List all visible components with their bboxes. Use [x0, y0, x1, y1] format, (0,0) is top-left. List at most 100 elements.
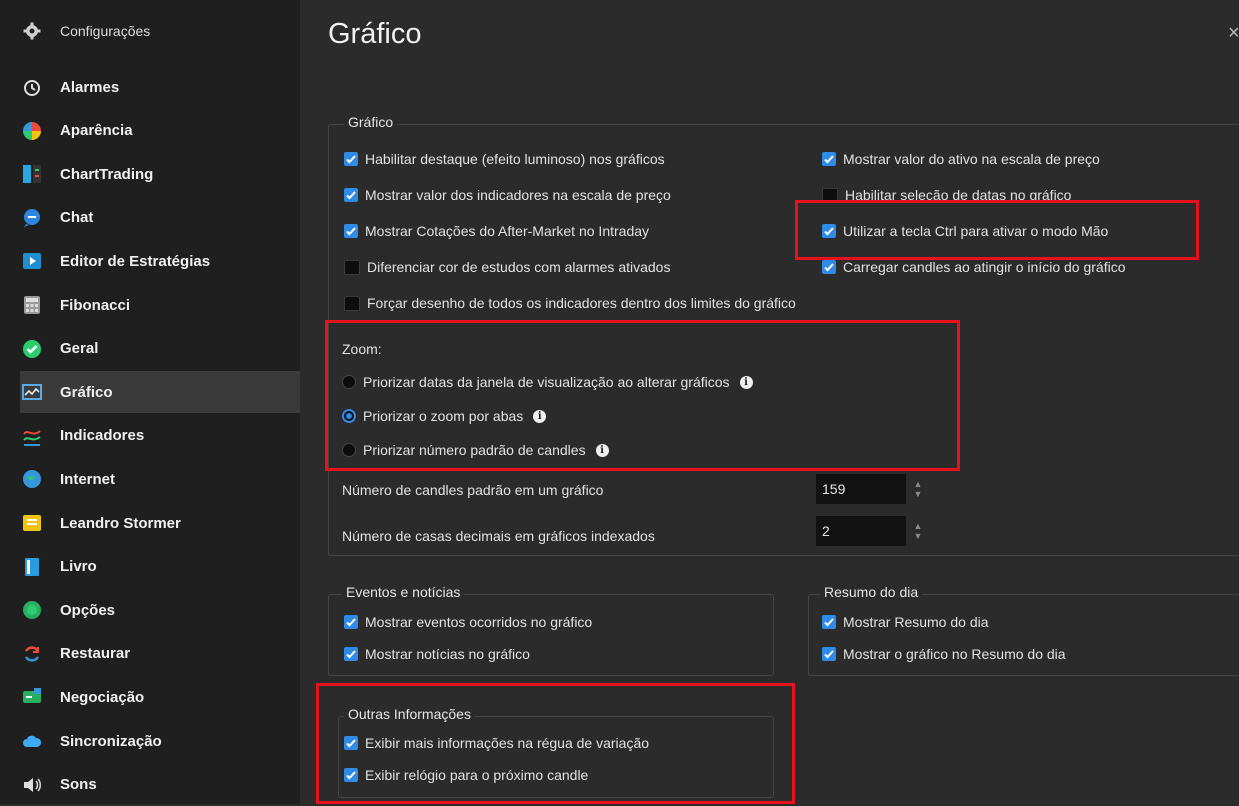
close-icon[interactable]: × [1228, 22, 1239, 45]
option-row[interactable]: Mostrar valor do ativo na escala de preç… [822, 151, 1100, 167]
checkbox-checked[interactable] [344, 152, 358, 166]
calculator-icon [22, 295, 42, 315]
alarm-clock-icon [22, 77, 42, 97]
sidebar-item-apar-ncia[interactable]: Aparência [20, 110, 300, 152]
option-row[interactable]: Habilitar destaque (efeito luminoso) nos… [344, 151, 665, 167]
sidebar-item-charttrading[interactable]: ChartTrading [20, 153, 300, 195]
sidebar-item-leandro-stormer[interactable]: Leandro Stormer [20, 502, 300, 544]
checkmark-icon [346, 155, 356, 164]
checkbox-checked[interactable] [822, 647, 836, 661]
eventos-group-title: Eventos e notícias [342, 584, 465, 600]
stepper-arrows-icon[interactable]: ▲ ▼ [912, 516, 924, 546]
candles-default-label: Número de candles padrão em um gráfico [342, 482, 604, 498]
eventos-group [328, 594, 774, 676]
green-circle-icon [22, 600, 42, 620]
checkmark-icon [346, 618, 356, 627]
decimals-label: Número de casas decimais em gráficos ind… [342, 528, 655, 544]
color-wheel-icon [22, 121, 42, 141]
option-label: Mostrar Cotações do After-Market no Intr… [365, 223, 650, 239]
option-label: Mostrar o gráfico no Resumo do dia [843, 646, 1066, 662]
option-label: Habilitar destaque (efeito luminoso) nos… [365, 151, 665, 167]
option-label: Carregar candles ao atingir o início do … [843, 259, 1126, 275]
sidebar-item-label: Editor de Estratégias [60, 252, 211, 270]
option-row[interactable]: Mostrar notícias no gráfico [344, 646, 530, 662]
stepper-arrows-icon[interactable]: ▲ ▼ [912, 474, 924, 504]
chart-trading-icon [22, 164, 42, 184]
gear-icon [22, 21, 42, 41]
option-row[interactable]: Mostrar Cotações do After-Market no Intr… [344, 223, 649, 239]
checkbox-checked[interactable] [822, 152, 836, 166]
sidebar-item-op-es[interactable]: Opções [20, 589, 300, 631]
page-title: Gráfico [328, 18, 422, 50]
checkmark-icon [824, 650, 834, 659]
option-row[interactable]: Mostrar eventos ocorridos no gráfico [344, 614, 592, 630]
settings-sidebar: Configurações Alarmes Aparência ChartTradi… [0, 0, 300, 804]
check-circle-icon [22, 339, 42, 359]
sidebar-item-label: Sons [60, 776, 97, 794]
option-row[interactable]: Mostrar valor dos indicadores na escala … [344, 187, 671, 203]
checkmark-icon [346, 227, 356, 236]
option-label: Mostrar eventos ocorridos no gráfico [365, 614, 593, 630]
sidebar-item-fibonacci[interactable]: Fibonacci [20, 284, 300, 326]
option-label: Forçar desenho de todos os indicadores d… [367, 295, 796, 311]
sidebar-item-label: Leandro Stormer [60, 514, 181, 532]
checkbox-checked[interactable] [822, 260, 836, 274]
sidebar-item-label: ChartTrading [60, 165, 154, 183]
chart-window-icon [22, 382, 42, 402]
decimals-stepper[interactable]: 2 ▲ ▼ [816, 516, 922, 546]
checkbox-checked[interactable] [344, 188, 358, 202]
sidebar-item-internet[interactable]: Internet [20, 458, 300, 500]
sidebar-item-label: Gráfico [60, 383, 113, 401]
checkmark-icon [346, 191, 356, 200]
cloud-icon [22, 731, 42, 751]
sidebar-item-label: Alarmes [60, 78, 120, 96]
sidebar-item-indicadores[interactable]: Indicadores [20, 415, 300, 457]
option-label: Mostrar notícias no gráfico [365, 646, 530, 662]
sidebar-item-sons[interactable]: Sons [20, 764, 300, 806]
sidebar-item-geral[interactable]: Geral [20, 328, 300, 370]
candles-default-stepper[interactable]: 159 ▲ ▼ [816, 474, 922, 504]
candles-default-value: 159 [822, 481, 846, 497]
sidebar-item-editor-de-estrat-gias[interactable]: Editor de Estratégias [20, 240, 300, 282]
option-row[interactable]: Carregar candles ao atingir o início do … [822, 259, 1126, 275]
option-row[interactable]: Mostrar o gráfico no Resumo do dia [822, 646, 1066, 662]
speaker-icon [22, 775, 42, 795]
sidebar-item-livro[interactable]: Livro [20, 546, 300, 588]
globe-icon [22, 469, 42, 489]
option-row[interactable]: Forçar desenho de todos os indicadores d… [344, 295, 796, 311]
sidebar-item-label: Sincronização [60, 732, 162, 750]
checkbox-checked[interactable] [822, 615, 836, 629]
settings-window: Configurações Alarmes Aparência ChartTradi… [0, 0, 1239, 804]
sidebar-item-label: Internet [60, 470, 116, 488]
checkbox-checked[interactable] [344, 647, 358, 661]
sidebar-item-gr-fico[interactable]: Gráfico [20, 371, 300, 414]
sidebar-item-chat[interactable]: Chat [20, 197, 300, 239]
highlight-ctrl-option [795, 200, 1199, 260]
checkbox-unchecked[interactable] [344, 259, 360, 275]
checkbox-checked[interactable] [344, 615, 358, 629]
sidebar-item-label: Indicadores [60, 427, 145, 445]
message-box-icon [22, 513, 42, 533]
sidebar-item-alarmes[interactable]: Alarmes [20, 66, 300, 108]
option-row[interactable]: Diferenciar cor de estudos com alarmes a… [344, 259, 670, 275]
highlight-zoom-section [325, 320, 960, 471]
refresh-icon [22, 644, 42, 664]
trade-icon [22, 687, 42, 707]
checkbox-checked[interactable] [344, 224, 358, 238]
sidebar-header: Configurações [20, 10, 300, 52]
grafico-group-title: Gráfico [344, 114, 398, 130]
sidebar-item-label: Livro [60, 558, 97, 576]
option-label: Diferenciar cor de estudos com alarmes a… [367, 259, 671, 275]
sidebar-item-restaurar[interactable]: Restaurar [20, 633, 300, 675]
sidebar-item-label: Geral [60, 340, 99, 358]
sidebar-item-negocia-o[interactable]: Negociação [20, 676, 300, 718]
option-row[interactable]: Mostrar Resumo do dia [822, 614, 989, 630]
checkmark-icon [346, 650, 356, 659]
checkmark-icon [824, 618, 834, 627]
checkmark-icon [824, 155, 834, 164]
settings-content: Gráfico × Gráfico Habilitar destaque (ef… [300, 0, 1239, 804]
sidebar-item-sincroniza-o[interactable]: Sincronização [20, 720, 300, 762]
checkbox-unchecked[interactable] [344, 295, 360, 311]
sidebar-item-label: Restaurar [60, 645, 131, 663]
resumo-group-title: Resumo do dia [820, 584, 923, 600]
